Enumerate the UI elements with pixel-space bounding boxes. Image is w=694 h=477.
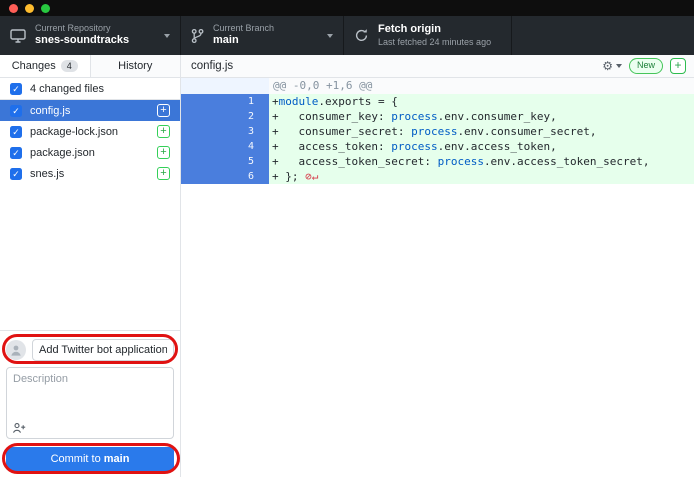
current-repository-button[interactable]: Current Repository snes-soundtracks <box>0 16 181 55</box>
hunk-gutter <box>181 78 269 94</box>
diff-line-number[interactable]: 5 <box>181 154 269 169</box>
tab-history-label: History <box>118 60 152 72</box>
toolbar-spacer <box>512 16 694 55</box>
diff-line-number[interactable]: 3 <box>181 124 269 139</box>
commit-button-branch: main <box>104 453 130 465</box>
fetch-sublabel: Last fetched 24 minutes ago <box>378 37 501 48</box>
content: Changes 4 History ✓ 4 changed files ✓ con… <box>0 55 694 477</box>
chevron-down-icon <box>327 34 333 38</box>
diff-code-line: + access_token_secret: process.env.acces… <box>269 154 694 169</box>
git-branch-icon <box>191 28 204 44</box>
diff-body: @@ -0,0 +1,6 @@ 1+module.exports = {2+ c… <box>181 78 694 477</box>
diff-options-button[interactable]: ⚙ <box>602 60 622 72</box>
minimize-window-icon[interactable] <box>25 4 34 13</box>
added-status-icon: + <box>157 146 170 159</box>
diff-line: 4+ access_token: process.env.access_toke… <box>181 139 694 154</box>
changes-sidebar: Changes 4 History ✓ 4 changed files ✓ con… <box>0 55 181 477</box>
hunk-header-row: @@ -0,0 +1,6 @@ <box>181 78 694 94</box>
repository-text: Current Repository snes-soundtracks <box>35 23 156 48</box>
chevron-down-icon <box>616 64 622 68</box>
file-checkbox[interactable]: ✓ <box>10 168 22 180</box>
diff-code-line: + }; ⊘↵ <box>269 169 694 184</box>
diff-code-line: + consumer_secret: process.env.consumer_… <box>269 124 694 139</box>
repository-label: Current Repository <box>35 23 156 34</box>
close-window-icon[interactable] <box>9 4 18 13</box>
diff-header: config.js ⚙ New + <box>181 55 694 78</box>
diff-code-line: +module.exports = { <box>269 94 694 109</box>
tab-history[interactable]: History <box>90 55 181 77</box>
hunk-header-text: @@ -0,0 +1,6 @@ <box>269 78 694 94</box>
branch-text: Current Branch main <box>213 23 319 48</box>
gear-icon: ⚙ <box>602 60 613 72</box>
commit-button[interactable]: Commit to main <box>6 447 174 471</box>
new-badge: New <box>629 58 663 74</box>
app-window: Current Repository snes-soundtracks Curr… <box>0 0 694 477</box>
file-checkbox[interactable]: ✓ <box>10 126 22 138</box>
file-checkbox[interactable]: ✓ <box>10 105 22 117</box>
diff-lines: 1+module.exports = {2+ consumer_key: pro… <box>181 94 694 184</box>
diff-line: 1+module.exports = { <box>181 94 694 109</box>
added-status-icon: + <box>157 167 170 180</box>
repository-name: snes-soundtracks <box>35 34 156 48</box>
added-status-icon: + <box>157 104 170 117</box>
current-branch-button[interactable]: Current Branch main <box>181 16 344 55</box>
tab-changes[interactable]: Changes 4 <box>0 55 90 77</box>
file-name: config.js <box>30 105 70 117</box>
file-list: ✓ config.js + ✓ package-lock.json + ✓ package.j… <box>0 100 180 330</box>
changed-files-label: 4 changed files <box>30 83 104 95</box>
add-coauthor-icon[interactable] <box>12 422 26 434</box>
commit-button-prefix: Commit to <box>51 453 104 465</box>
diff-header-actions: ⚙ New + <box>602 58 686 74</box>
changes-count-badge: 4 <box>61 60 78 73</box>
titlebar <box>0 0 694 16</box>
diff-line: 5+ access_token_secret: process.env.acce… <box>181 154 694 169</box>
sync-icon <box>354 28 369 43</box>
avatar <box>6 340 26 360</box>
diff-line-number[interactable]: 2 <box>181 109 269 124</box>
coauthor-row <box>7 420 173 438</box>
added-status-icon: + <box>157 125 170 138</box>
diff-panel: config.js ⚙ New + @@ -0,0 +1,6 @@ 1+modu… <box>181 55 694 477</box>
fetch-label: Fetch origin <box>378 23 501 37</box>
file-row[interactable]: ✓ package.json + <box>0 142 180 163</box>
commit-summary-input[interactable] <box>32 339 174 361</box>
expand-plus-button[interactable]: + <box>670 58 686 74</box>
select-all-checkbox[interactable]: ✓ <box>10 83 22 95</box>
diff-line: 3+ consumer_secret: process.env.consumer… <box>181 124 694 139</box>
branch-name: main <box>213 34 319 48</box>
summary-row <box>6 339 174 361</box>
toolbar: Current Repository snes-soundtracks Curr… <box>0 16 694 55</box>
commit-description-input[interactable] <box>7 368 173 420</box>
file-row[interactable]: ✓ snes.js + <box>0 163 180 184</box>
file-name: package.json <box>30 147 95 159</box>
repository-icon <box>10 29 26 43</box>
fetch-origin-button[interactable]: Fetch origin Last fetched 24 minutes ago <box>344 16 512 55</box>
diff-code-line: + access_token: process.env.access_token… <box>269 139 694 154</box>
diff-line: 6+ }; ⊘↵ <box>181 169 694 184</box>
changed-files-header[interactable]: ✓ 4 changed files <box>0 78 180 100</box>
file-name: snes.js <box>30 168 64 180</box>
zoom-window-icon[interactable] <box>41 4 50 13</box>
diff-line: 2+ consumer_key: process.env.consumer_ke… <box>181 109 694 124</box>
description-box <box>6 367 174 439</box>
fetch-text: Fetch origin Last fetched 24 minutes ago <box>378 23 501 48</box>
chevron-down-icon <box>164 34 170 38</box>
file-row[interactable]: ✓ config.js + <box>0 100 180 121</box>
diff-code-line: + consumer_key: process.env.consumer_key… <box>269 109 694 124</box>
diff-file-title: config.js <box>191 60 233 72</box>
file-row[interactable]: ✓ package-lock.json + <box>0 121 180 142</box>
branch-label: Current Branch <box>213 23 319 34</box>
tab-changes-label: Changes <box>12 60 56 72</box>
diff-line-number[interactable]: 4 <box>181 139 269 154</box>
commit-area: Commit to main <box>0 330 180 477</box>
file-name: package-lock.json <box>30 126 118 138</box>
file-checkbox[interactable]: ✓ <box>10 147 22 159</box>
sidebar-tabs: Changes 4 History <box>0 55 180 78</box>
diff-line-number[interactable]: 6 <box>181 169 269 184</box>
diff-line-number[interactable]: 1 <box>181 94 269 109</box>
